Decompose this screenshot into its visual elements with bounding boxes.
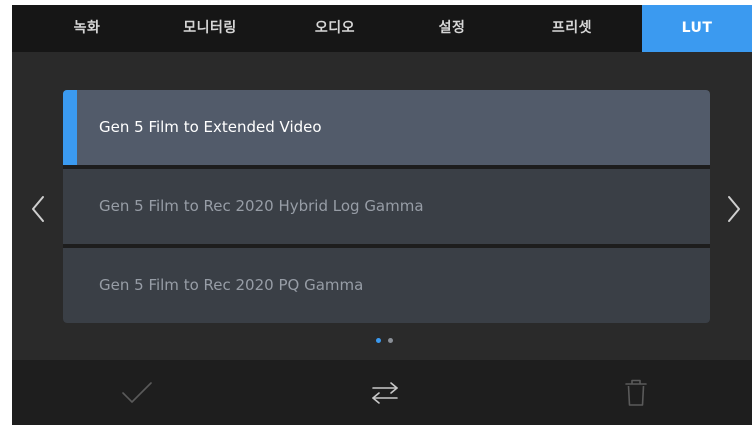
lut-list-item[interactable]: Gen 5 Film to Rec 2020 PQ Gamma [63,248,710,323]
lut-name: Gen 5 Film to Rec 2020 PQ Gamma [99,276,364,294]
lut-list-item[interactable]: Gen 5 Film to Rec 2020 Hybrid Log Gamma [63,169,710,244]
previous-page-arrow-icon[interactable] [28,193,50,225]
trash-icon[interactable] [606,360,666,425]
lut-list: Gen 5 Film to Extended Video Gen 5 Film … [63,90,710,323]
swap-arrows-icon[interactable] [355,360,415,425]
tab-lut[interactable]: LUT [642,5,752,52]
lut-name: Gen 5 Film to Rec 2020 Hybrid Log Gamma [99,197,424,215]
lut-name: Gen 5 Film to Extended Video [99,118,322,136]
tab-monitor[interactable]: 모니터링 [160,5,260,52]
tab-presets[interactable]: 프리셋 [527,5,617,52]
page-dot-active[interactable] [376,338,381,343]
tab-record[interactable]: 녹화 [52,5,122,52]
bottom-toolbar [12,360,752,425]
tab-audio[interactable]: 오디오 [295,5,375,52]
selection-indicator [63,90,77,165]
lut-screen: 녹화 모니터링 오디오 설정 프리셋 LUT Gen 5 Film to Ext… [12,5,752,425]
next-page-arrow-icon[interactable] [722,193,744,225]
page-dot[interactable] [388,338,393,343]
tab-bar: 녹화 모니터링 오디오 설정 프리셋 LUT [12,5,752,52]
tab-setup[interactable]: 설정 [412,5,492,52]
lut-list-item[interactable]: Gen 5 Film to Extended Video [63,90,710,165]
checkmark-icon[interactable] [107,360,167,425]
